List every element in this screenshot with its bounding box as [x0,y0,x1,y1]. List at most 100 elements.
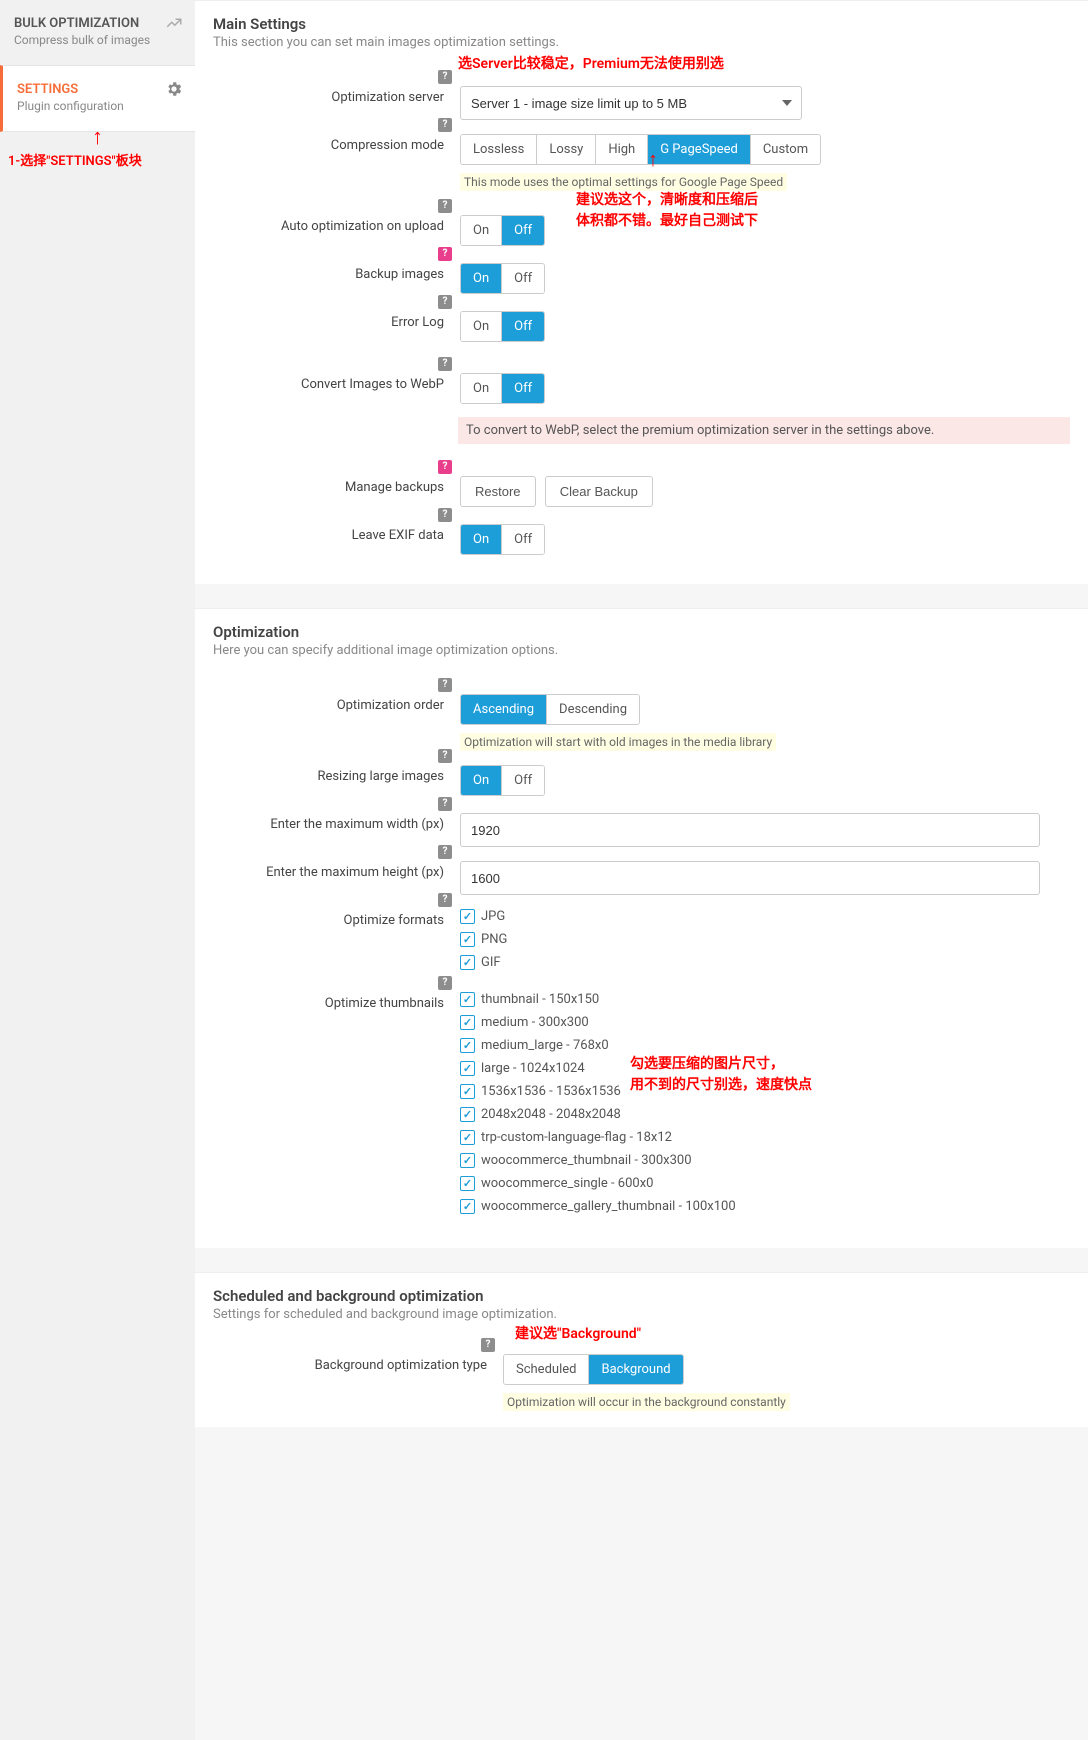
help-icon[interactable]: ? [438,295,452,309]
panel-title: Optimization [213,623,1070,641]
mode-lossy[interactable]: Lossy [537,135,596,164]
mode-high[interactable]: High [596,135,648,164]
mode-custom[interactable]: Custom [751,135,820,164]
bg-background[interactable]: Background [589,1355,682,1384]
toggle-off[interactable]: Off [502,264,544,293]
thumb-checkbox[interactable]: trp-custom-language-flag - 18x12 [460,1130,1070,1145]
help-icon[interactable]: ? [438,357,452,371]
help-icon[interactable]: ? [438,247,452,261]
checkbox-icon [460,1176,475,1191]
help-icon[interactable]: ? [438,749,452,763]
checkbox-icon [460,1084,475,1099]
field-label: Compression mode [331,138,444,153]
gear-icon [165,80,183,102]
toggle-on[interactable]: On [461,312,502,341]
order-descending[interactable]: Descending [547,695,639,724]
toggle-off[interactable]: Off [502,525,544,554]
field-label: Manage backups [345,480,444,495]
compression-mode-group: Lossless Lossy High G PageSpeed Custom [460,134,821,165]
panel-scheduled: Scheduled and background optimization Se… [195,1272,1088,1427]
order-ascending[interactable]: Ascending [461,695,547,724]
bg-type-group: Scheduled Background [503,1354,684,1385]
resizing-toggle: On Off [460,765,545,796]
clear-backup-button[interactable]: Clear Backup [545,476,653,507]
max-width-input[interactable] [460,813,1040,847]
thumb-checkbox[interactable]: 1536x1536 - 1536x1536 [460,1084,1070,1099]
format-jpg-checkbox[interactable]: JPG [460,909,1070,924]
optimization-server-select[interactable]: Server 1 - image size limit up to 5 MB [460,86,802,120]
checkbox-icon [460,1061,475,1076]
sidebar-item-title: BULK OPTIMIZATION [14,16,181,31]
toggle-on[interactable]: On [461,766,502,795]
field-label: Enter the maximum width (px) [270,817,444,832]
checkbox-icon [460,1038,475,1053]
panel-title: Main Settings [213,15,1070,33]
restore-button[interactable]: Restore [460,476,536,507]
sidebar-item-bulk[interactable]: BULK OPTIMIZATION Compress bulk of image… [0,0,195,65]
optimization-order-group: Ascending Descending [460,694,640,725]
toggle-on[interactable]: On [461,264,502,293]
field-label: Error Log [391,315,444,330]
thumb-checkbox[interactable]: large - 1024x1024 [460,1061,1070,1076]
help-icon[interactable]: ? [438,976,452,990]
checkbox-icon [460,932,475,947]
backup-images-toggle: On Off [460,263,545,294]
thumb-checkbox[interactable]: woocommerce_thumbnail - 300x300 [460,1153,1070,1168]
thumb-checkbox[interactable]: woocommerce_gallery_thumbnail - 100x100 [460,1199,1070,1214]
thumb-checkbox[interactable]: 2048x2048 - 2048x2048 [460,1107,1070,1122]
help-icon[interactable]: ? [438,797,452,811]
checkbox-icon [460,909,475,924]
annotation-text: 1-选择"SETTINGS"板块 [0,150,195,177]
sidebar-item-title: SETTINGS [17,82,181,97]
help-icon[interactable]: ? [438,893,452,907]
mode-lossless[interactable]: Lossless [461,135,537,164]
format-gif-checkbox[interactable]: GIF [460,955,1070,970]
toggle-on[interactable]: On [461,216,502,245]
toggle-off[interactable]: Off [502,216,544,245]
sidebar: BULK OPTIMIZATION Compress bulk of image… [0,0,195,1740]
toggle-off[interactable]: Off [502,312,544,341]
mode-gpagespeed[interactable]: G PageSpeed [648,135,751,164]
format-png-checkbox[interactable]: PNG [460,932,1070,947]
max-height-input[interactable] [460,861,1040,895]
hint-text: Optimization will start with old images … [460,733,776,751]
help-icon[interactable]: ? [481,1338,495,1352]
thumb-checkbox[interactable]: medium - 300x300 [460,1015,1070,1030]
field-label: Optimization server [331,90,444,105]
main-content: Main Settings This section you can set m… [195,0,1088,1740]
checkbox-icon [460,955,475,970]
checkbox-icon [460,992,475,1007]
help-icon[interactable]: ? [438,199,452,213]
auto-optimization-toggle: On Off [460,215,545,246]
help-icon[interactable]: ? [438,508,452,522]
toggle-off[interactable]: Off [502,374,544,403]
help-icon[interactable]: ? [438,845,452,859]
sidebar-item-sub: Plugin configuration [17,99,181,113]
thumb-checkbox[interactable]: thumbnail - 150x150 [460,992,1070,1007]
help-icon[interactable]: ? [438,118,452,132]
field-label: Optimize thumbnails [325,996,444,1011]
thumb-checkbox[interactable]: medium_large - 768x0 [460,1038,1070,1053]
toggle-off[interactable]: Off [502,766,544,795]
help-icon[interactable]: ? [438,70,452,84]
checkbox-icon [460,1199,475,1214]
field-label: Resizing large images [317,769,444,784]
exif-toggle: On Off [460,524,545,555]
chart-icon [165,14,183,36]
help-icon[interactable]: ? [438,460,452,474]
thumb-checkbox[interactable]: woocommerce_single - 600x0 [460,1176,1070,1191]
toggle-on[interactable]: On [461,525,502,554]
toggle-on[interactable]: On [461,374,502,403]
field-label: Leave EXIF data [352,528,444,543]
bg-scheduled[interactable]: Scheduled [504,1355,589,1384]
error-log-toggle: On Off [460,311,545,342]
sidebar-item-sub: Compress bulk of images [14,33,181,47]
field-label: Convert Images to WebP [301,377,444,392]
checkbox-icon [460,1107,475,1122]
hint-text: Optimization will occur in the backgroun… [503,1393,790,1411]
field-label: Optimize formats [344,913,444,928]
sidebar-item-settings[interactable]: SETTINGS Plugin configuration [0,65,195,132]
panel-main-settings: Main Settings This section you can set m… [195,0,1088,584]
field-label: Enter the maximum height (px) [266,865,444,880]
help-icon[interactable]: ? [438,678,452,692]
